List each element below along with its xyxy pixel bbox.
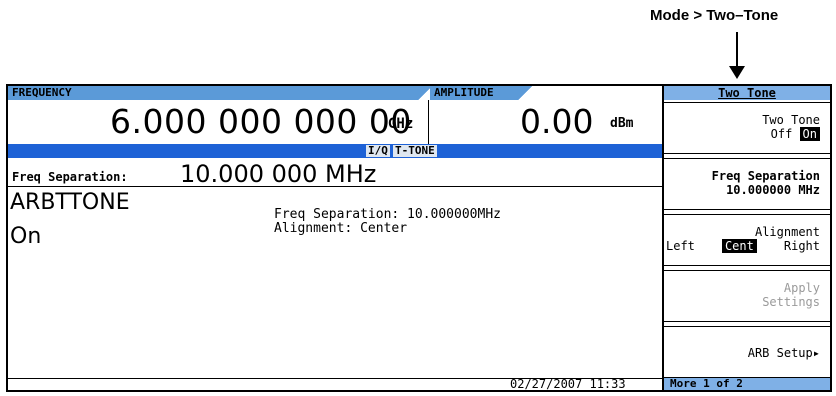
softkey-label: Two Tone: [762, 113, 820, 127]
center-option-selected: Cent: [721, 239, 757, 253]
iq-annunciator: I/Q: [366, 144, 390, 157]
amplitude-label-tab: [518, 86, 532, 100]
annunciator-bar: [8, 144, 662, 158]
down-arrow-icon: [729, 32, 745, 79]
apply-settings-softkey[interactable]: Apply Settings: [664, 270, 830, 322]
on-option-selected: On: [799, 127, 820, 141]
submenu-arrow-icon: ▸: [812, 346, 820, 360]
two-tone-toggle-softkey[interactable]: Two Tone Off On: [664, 102, 830, 154]
more-menu-indicator[interactable]: More 1 of 2: [664, 378, 830, 390]
frequency-label: FREQUENCY: [8, 86, 418, 100]
amplitude-value[interactable]: 0.00: [520, 100, 593, 144]
softkey-label: Apply: [783, 281, 820, 295]
amplitude-label: AMPLITUDE: [430, 86, 520, 100]
alignment-softkey[interactable]: Alignment Left Cent Right: [664, 214, 830, 266]
frequency-value[interactable]: 6.000 000 000 00: [110, 100, 412, 144]
info-freq-separation: Freq Separation: 10.000000MHz: [274, 207, 501, 222]
arb-setup-softkey[interactable]: ARB Setup▸: [664, 326, 830, 378]
freq-separation-value[interactable]: 10.000 000 MHz: [180, 160, 376, 188]
frequency-unit: GHz: [388, 116, 414, 132]
datetime: 02/27/2007 11:33: [510, 377, 626, 391]
softkey-label: Alignment: [754, 225, 820, 239]
mode-path-callout: Mode > Two–Tone: [650, 7, 779, 24]
ttone-annunciator: T-TONE: [393, 144, 437, 157]
amplitude-unit: dBm: [610, 116, 634, 131]
mode-state: On: [10, 224, 42, 249]
left-option: Left: [666, 239, 695, 253]
off-option: Off: [770, 127, 793, 141]
freq-separation-label: Freq Separation:: [12, 170, 128, 184]
right-option: Right: [783, 239, 820, 253]
softkey-label-line2: Settings: [762, 295, 820, 309]
menu-title: Two Tone: [664, 86, 830, 100]
softkey-value: 10.000000 MHz: [726, 183, 820, 197]
softkey-label: ARB Setup: [747, 346, 813, 360]
mode-name: ARBTTONE: [10, 190, 130, 215]
softkey-label: Freq Separation: [711, 169, 820, 183]
info-alignment: Alignment: Center: [274, 221, 408, 236]
freq-separation-softkey[interactable]: Freq Separation 10.000000 MHz: [664, 158, 830, 210]
